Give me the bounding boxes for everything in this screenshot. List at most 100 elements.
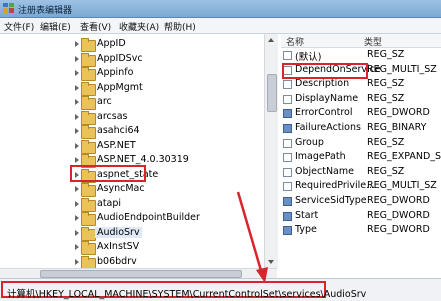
tree-item[interactable]: AxInstSV <box>0 240 270 255</box>
value-type: REG_DWORD <box>367 107 430 119</box>
values-column-header: 名称 类型 <box>281 34 441 48</box>
string-value-icon <box>283 153 292 163</box>
string-value-icon <box>283 51 292 60</box>
tree-item[interactable]: AudioEndpointBuilder <box>0 211 270 226</box>
value-row[interactable]: Type REG_DWORD <box>281 223 441 238</box>
value-row[interactable]: ObjectName REG_SZ <box>281 165 441 180</box>
value-type: REG_SZ <box>367 49 405 60</box>
value-type: REG_MULTI_SZ <box>367 180 437 192</box>
expand-arrow-icon[interactable] <box>75 186 79 192</box>
menu-edit[interactable]: 编辑(E) <box>40 20 71 33</box>
tree-item-label: Appinfo <box>97 67 134 78</box>
tree-vertical-scrollbar[interactable] <box>264 34 278 268</box>
tree-item-label: AsyncMac <box>97 183 145 194</box>
value-row[interactable]: FailureActions REG_BINARY <box>281 121 441 136</box>
tree-item[interactable]: atapi <box>0 197 270 212</box>
folder-icon <box>81 38 96 52</box>
binary-value-icon <box>283 226 292 236</box>
window-title: 注册表编辑器 <box>18 6 73 16</box>
expand-arrow-icon[interactable] <box>75 128 79 134</box>
value-row[interactable]: DisplayName REG_SZ <box>281 92 441 107</box>
menu-view[interactable]: 查看(V) <box>80 20 111 33</box>
value-row[interactable]: (默认) REG_SZ <box>281 48 441 63</box>
audiosrv-highlight-box <box>70 165 146 182</box>
value-name: ServiceSidType <box>295 195 367 206</box>
folder-icon <box>81 52 96 67</box>
tree-item[interactable]: AppID <box>0 37 270 52</box>
tree-item[interactable]: ASP.NET <box>0 139 270 154</box>
dependonservice-highlight-box <box>282 63 368 79</box>
value-row[interactable]: Start REG_DWORD <box>281 209 441 224</box>
value-row[interactable]: ServiceSidType REG_DWORD <box>281 194 441 209</box>
value-name: FailureActions <box>295 122 361 133</box>
value-row[interactable]: ImagePath REG_EXPAND_SZ <box>281 150 441 165</box>
expand-arrow-icon[interactable] <box>75 113 79 120</box>
value-type: REG_MULTI_SZ <box>367 63 437 75</box>
tree-item-label: b06bdrv <box>97 255 137 267</box>
string-value-icon <box>283 182 292 192</box>
tree-item[interactable]: Appinfo <box>0 66 270 81</box>
value-row[interactable]: RequiredPrivile... REG_MULTI_SZ <box>281 179 441 194</box>
tree-item-label: ASP.NET <box>97 139 136 151</box>
column-type-header[interactable]: 类型 <box>364 35 382 48</box>
value-name: ImagePath <box>295 151 346 163</box>
tree-item[interactable]: arcsas <box>0 110 270 125</box>
tree-item[interactable]: AudioSrv <box>0 226 270 241</box>
folder-icon <box>81 139 96 154</box>
expand-arrow-icon[interactable] <box>75 229 79 236</box>
menu-favorites[interactable]: 收藏夹(A) <box>119 20 159 33</box>
tree-item[interactable]: arc <box>0 95 270 110</box>
string-value-icon <box>283 80 292 90</box>
expand-arrow-icon[interactable] <box>75 244 79 250</box>
expand-arrow-icon[interactable] <box>75 84 79 91</box>
scroll-down-icon[interactable] <box>268 260 274 264</box>
folder-icon <box>81 255 96 268</box>
string-value-icon <box>283 138 292 148</box>
scroll-up-icon[interactable] <box>268 38 274 42</box>
folder-icon <box>81 125 96 139</box>
binary-value-icon <box>283 124 292 133</box>
expand-arrow-icon[interactable] <box>75 55 79 62</box>
value-name: Description <box>295 78 350 90</box>
menu-file[interactable]: 文件(F) <box>4 20 34 33</box>
value-type: REG_SZ <box>367 92 405 104</box>
scroll-thumb[interactable] <box>267 74 277 112</box>
expand-arrow-icon[interactable] <box>75 157 79 163</box>
tree-item[interactable]: asahci64 <box>0 124 270 139</box>
value-type: REG_SZ <box>367 165 405 177</box>
menu-help[interactable]: 帮助(H) <box>164 20 196 33</box>
value-row[interactable]: Group REG_SZ <box>281 136 441 151</box>
expand-arrow-icon[interactable] <box>75 200 79 207</box>
expand-arrow-icon[interactable] <box>75 215 79 221</box>
tree-item-label: ASP.NET_4.0.30319 <box>97 154 189 165</box>
expand-arrow-icon[interactable] <box>75 70 79 76</box>
registry-key-tree[interactable]: AppID AppIDSvc Appinfo AppMgmt arc arcsas asah… <box>0 34 278 268</box>
tree-item-label: AppIDSvc <box>97 52 143 64</box>
value-type: REG_DWORD <box>367 195 430 206</box>
value-row[interactable]: Description REG_SZ <box>281 77 441 92</box>
folder-icon <box>81 110 96 125</box>
tree-item-label: AudioSrv <box>95 226 142 238</box>
folder-icon <box>81 226 96 241</box>
tree-item-label: AudioEndpointBuilder <box>97 212 200 223</box>
tree-item[interactable]: b06bdrv <box>0 255 270 268</box>
value-name: Type <box>295 224 317 236</box>
hscroll-thumb[interactable] <box>40 270 242 278</box>
expand-arrow-icon[interactable] <box>75 258 79 265</box>
value-name: Group <box>295 136 324 148</box>
tree-item[interactable]: AppIDSvc <box>0 52 270 67</box>
title-bar: 注册表编辑器 <box>0 0 441 18</box>
expand-arrow-icon[interactable] <box>75 142 79 149</box>
string-value-icon <box>283 94 292 104</box>
tree-horizontal-scrollbar[interactable] <box>0 268 277 278</box>
value-row[interactable]: ErrorControl REG_DWORD <box>281 106 441 121</box>
expand-arrow-icon[interactable] <box>75 99 79 105</box>
value-type: REG_DWORD <box>367 224 430 236</box>
tree-item-label: AppMgmt <box>97 81 143 93</box>
folder-icon <box>81 96 96 110</box>
column-name-header[interactable]: 名称 <box>286 35 304 48</box>
tree-item-label: atapi <box>97 197 122 209</box>
expand-arrow-icon[interactable] <box>75 41 79 47</box>
tree-item[interactable]: AppMgmt <box>0 81 270 96</box>
tree-item[interactable]: AsyncMac <box>0 182 270 197</box>
